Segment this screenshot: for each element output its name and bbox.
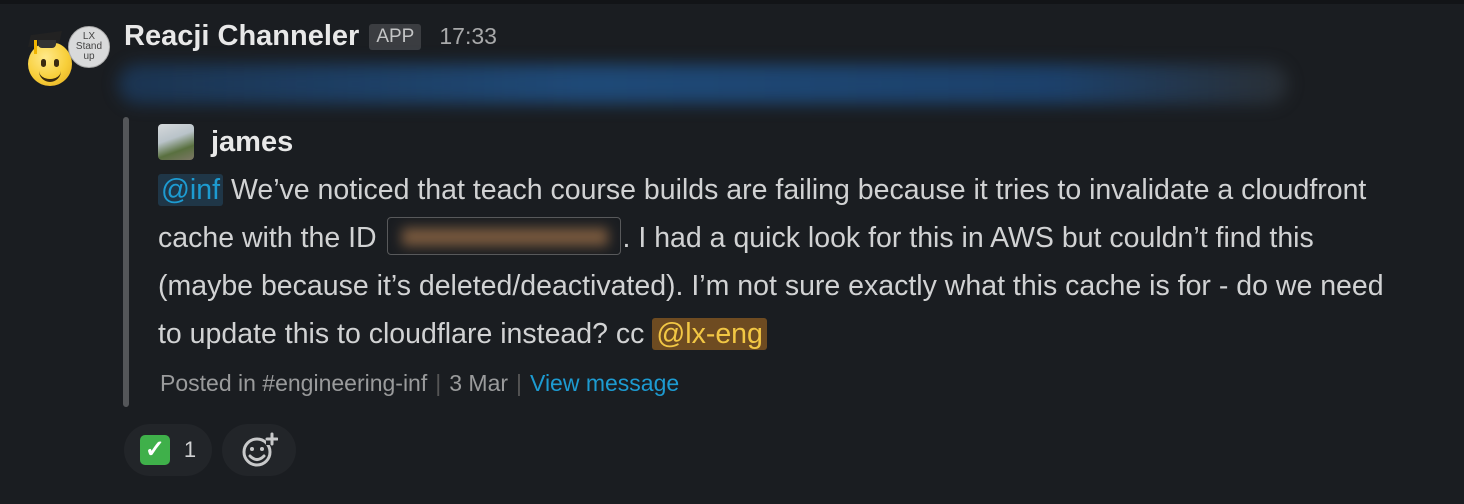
standup-badge-icon: LX Stand up <box>68 26 110 68</box>
redacted-cache-id <box>386 217 621 256</box>
quote-bar <box>123 117 129 407</box>
sender-name[interactable]: Reacji Channeler <box>124 20 359 53</box>
message-header: Reacji Channeler APP 17:33 <box>124 20 497 53</box>
white-check-mark-icon: ✓ <box>139 435 170 465</box>
posted-in-channel[interactable]: Posted in #engineering-inf <box>160 370 427 397</box>
standup-badge-line3: up <box>83 51 95 62</box>
reaction-count: 1 <box>183 437 197 462</box>
message-timestamp[interactable]: 17:33 <box>439 23 497 50</box>
footer-separator: | <box>435 370 442 396</box>
reaction-check[interactable]: ✓ 1 <box>124 424 212 476</box>
add-reaction-icon <box>242 432 278 467</box>
graduation-cap-base <box>38 40 56 48</box>
mention-lx-eng[interactable]: @lx-eng <box>652 318 767 350</box>
sender-avatar[interactable]: LX Stand up <box>26 26 110 90</box>
quote-footer: Posted in #engineering-inf | 3 Mar | Vie… <box>160 370 679 397</box>
author-avatar[interactable] <box>158 124 194 160</box>
footer-separator: | <box>516 370 523 396</box>
quote-body: @inf We’ve noticed that teach course bui… <box>158 166 1408 358</box>
graduation-tassel <box>34 40 37 54</box>
quote-date: 3 Mar <box>449 370 509 396</box>
add-reaction-button[interactable] <box>222 424 296 476</box>
app-badge: APP <box>369 23 422 50</box>
quote-author: james <box>158 124 293 160</box>
view-message-link[interactable]: View message <box>530 370 679 397</box>
blurred-link[interactable] <box>118 64 1288 104</box>
mention-inf[interactable]: @inf <box>158 174 224 206</box>
author-name[interactable]: james <box>211 126 293 159</box>
message: LX Stand up Reacji Channeler APP 17:33 j… <box>0 0 1464 504</box>
